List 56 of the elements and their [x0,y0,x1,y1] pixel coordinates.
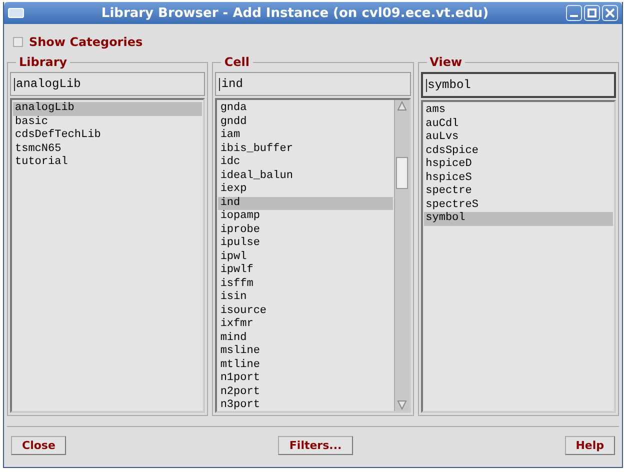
list-item[interactable]: isffm [218,278,393,291]
list-item[interactable]: symbol [424,212,613,226]
list-item[interactable]: ibis_buffer [218,142,393,156]
list-item[interactable]: auCdl [424,118,613,131]
group-title: Library [16,55,70,69]
list-item[interactable]: iprobe [218,224,393,237]
list-item[interactable]: isource [218,304,393,318]
list-item[interactable]: msline [218,345,393,358]
input-field[interactable]: ind [215,72,411,96]
list-item[interactable]: idc [218,156,393,170]
minimize-icon[interactable] [566,5,582,21]
list-item[interactable]: mind [218,332,393,345]
list-item[interactable]: ams [424,104,613,118]
list-item[interactable]: iopamp [218,210,393,224]
list-item[interactable]: ind [218,196,393,210]
list-item[interactable]: cdsDefTechLib [13,129,202,142]
group-title: View [426,55,466,69]
list-item[interactable]: cdsSpice [424,144,613,158]
checkbox-label[interactable]: Show Categories [29,35,143,49]
list-item[interactable]: hspiceD [424,158,613,172]
list-item[interactable]: ipwl [218,250,393,264]
list-item[interactable]: n3port [218,399,393,411]
scrollbar[interactable] [394,100,409,411]
list-item[interactable]: ipwlf [218,264,393,278]
list-item[interactable]: ideal_balun [218,170,393,183]
list-item[interactable]: ipulse [218,237,393,250]
list-item[interactable]: tutorial [13,156,202,170]
dialog-button[interactable]: Help [564,436,615,454]
list-item[interactable]: hspiceS [424,172,613,185]
group-title: Cell [221,55,252,69]
list-item[interactable]: gndd [218,116,393,129]
scroll-thumb[interactable] [396,157,408,189]
list-item[interactable]: spectre [424,185,613,198]
input-field[interactable]: analogLib [10,72,206,96]
list-item[interactable]: iexp [218,183,393,196]
window-title: Library Browser - Add Instance (on cvl09.ece.vt.edu) [100,6,490,20]
list-item[interactable]: iam [218,129,393,142]
list-item[interactable]: basic [13,116,202,129]
scroll-down-icon[interactable] [394,399,409,411]
list-item[interactable]: n2port [218,386,393,399]
list-item[interactable]: n1port [218,372,393,386]
list-item[interactable]: analogLib [13,102,202,116]
maximize-icon[interactable] [584,5,600,21]
list-item[interactable]: gnda [218,102,393,116]
list-item[interactable]: auLvs [424,131,613,144]
close-icon[interactable] [602,5,618,21]
list-item[interactable]: isin [218,291,393,304]
checkbox[interactable] [13,37,23,47]
list-item[interactable]: spectreS [424,198,613,212]
list-item[interactable]: tsmcN65 [13,142,202,156]
dialog-button[interactable]: Filters... [278,436,353,454]
scroll-up-icon[interactable] [394,100,409,112]
input-field[interactable]: symbol [420,72,616,98]
list-item[interactable]: ixfmr [218,318,393,332]
list-item[interactable]: mtline [218,358,393,372]
dialog-button[interactable]: Close [11,436,66,454]
